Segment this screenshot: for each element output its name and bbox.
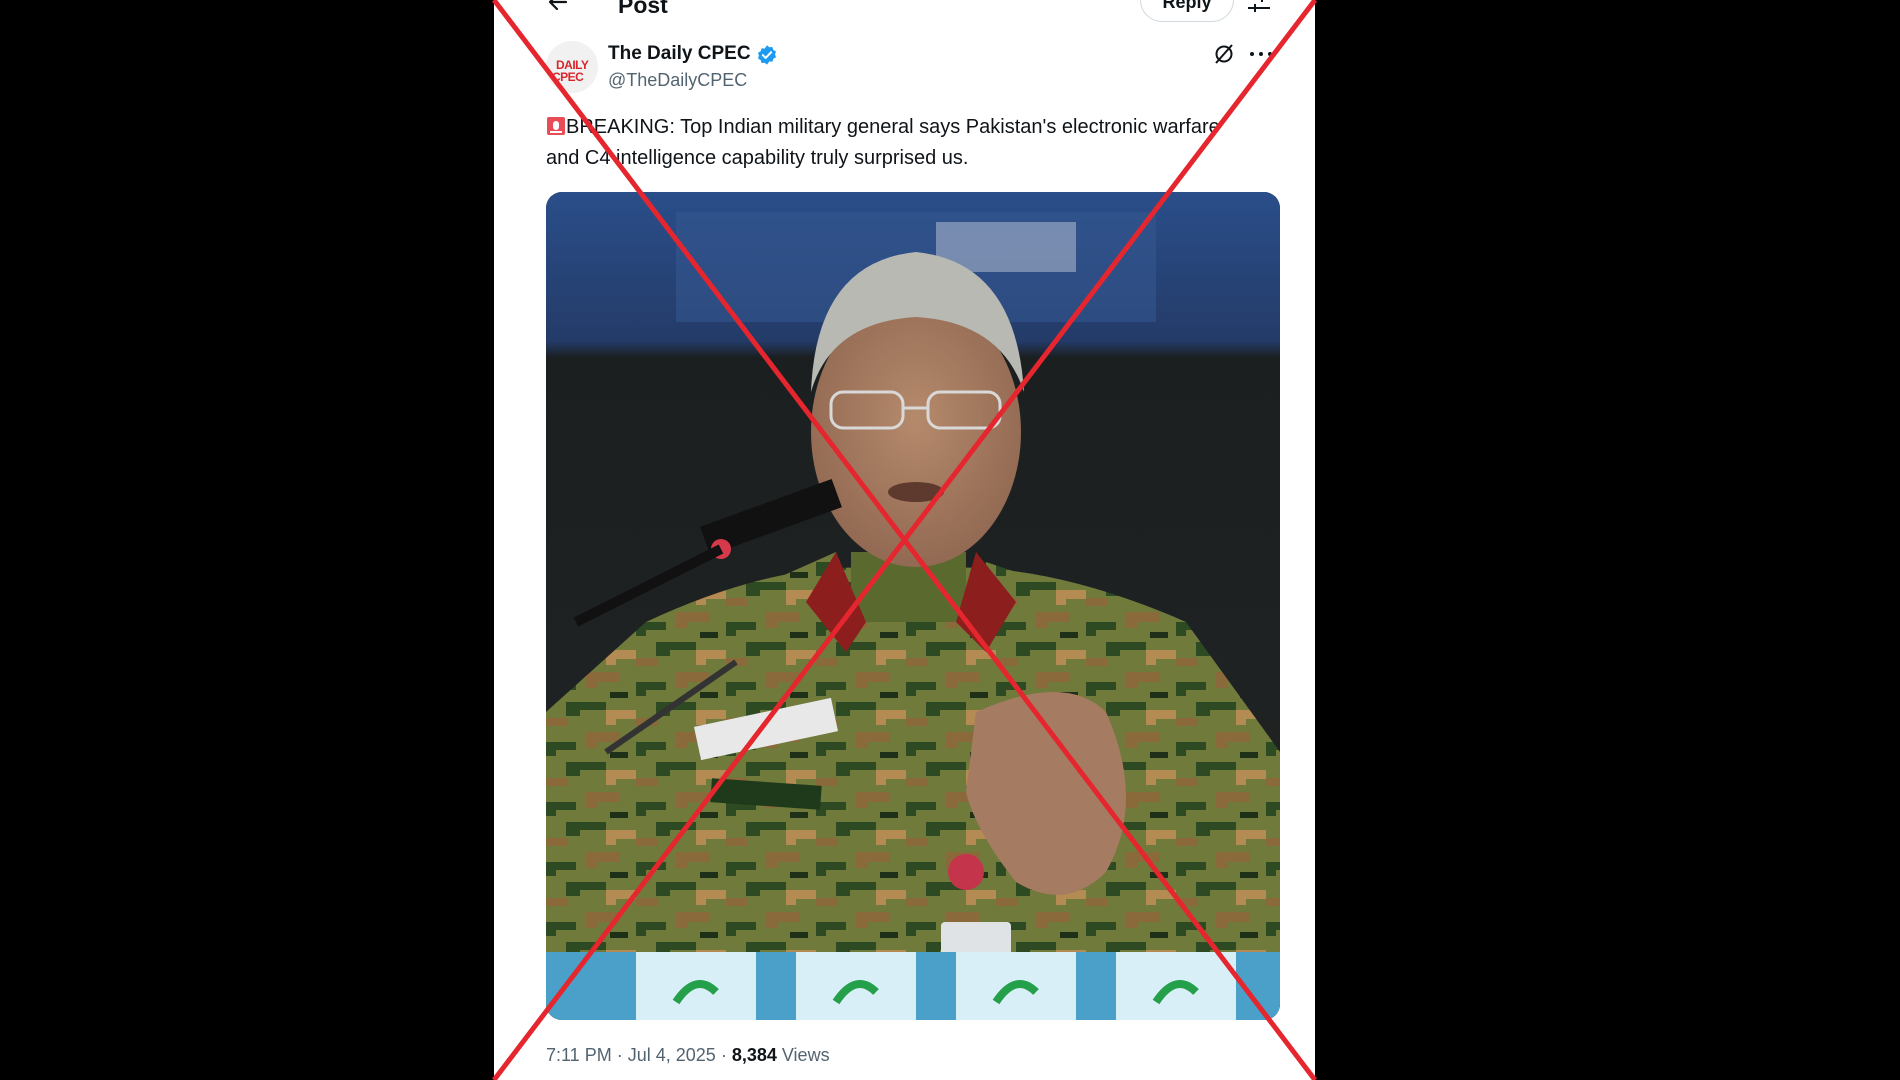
back-arrow-icon[interactable] — [546, 0, 570, 14]
post-text-content: BREAKING: Top Indian military general sa… — [546, 116, 1220, 169]
author-handle[interactable]: @TheDailyCPEC — [608, 70, 747, 91]
screenshot: Post Reply DAILY CPEC The Daily CPEC @Th… — [0, 0, 1900, 1080]
grok-icon[interactable] — [1213, 43, 1235, 65]
photo-soldier-speaking — [546, 192, 1280, 1020]
post-text: BREAKING: Top Indian military general sa… — [546, 112, 1246, 174]
author-name[interactable]: The Daily CPEC — [608, 43, 751, 65]
settings-sliders-icon[interactable] — [1246, 0, 1272, 16]
post-photo[interactable] — [546, 192, 1280, 1020]
post-meta: 7:11 PM · Jul 4, 2025 · 8,384 Views — [546, 1045, 830, 1066]
post-panel: Post Reply DAILY CPEC The Daily CPEC @Th… — [494, 0, 1315, 1080]
post-date[interactable]: Jul 4, 2025 — [628, 1045, 716, 1065]
post-header: Post Reply — [494, 0, 1315, 22]
avatar-logo-text: CPEC — [552, 70, 584, 84]
views-label: Views — [781, 1045, 830, 1065]
verified-badge-icon — [758, 45, 776, 65]
post-time[interactable]: 7:11 PM — [546, 1045, 612, 1065]
meta-separator: · — [720, 1045, 732, 1065]
siren-icon — [547, 117, 565, 135]
more-icon[interactable] — [1246, 46, 1276, 62]
meta-separator: · — [616, 1045, 628, 1065]
page-title: Post — [618, 0, 668, 18]
views-count: 8,384 — [731, 1045, 777, 1065]
avatar[interactable]: DAILY CPEC — [546, 41, 598, 93]
reply-button[interactable]: Reply — [1140, 0, 1234, 22]
